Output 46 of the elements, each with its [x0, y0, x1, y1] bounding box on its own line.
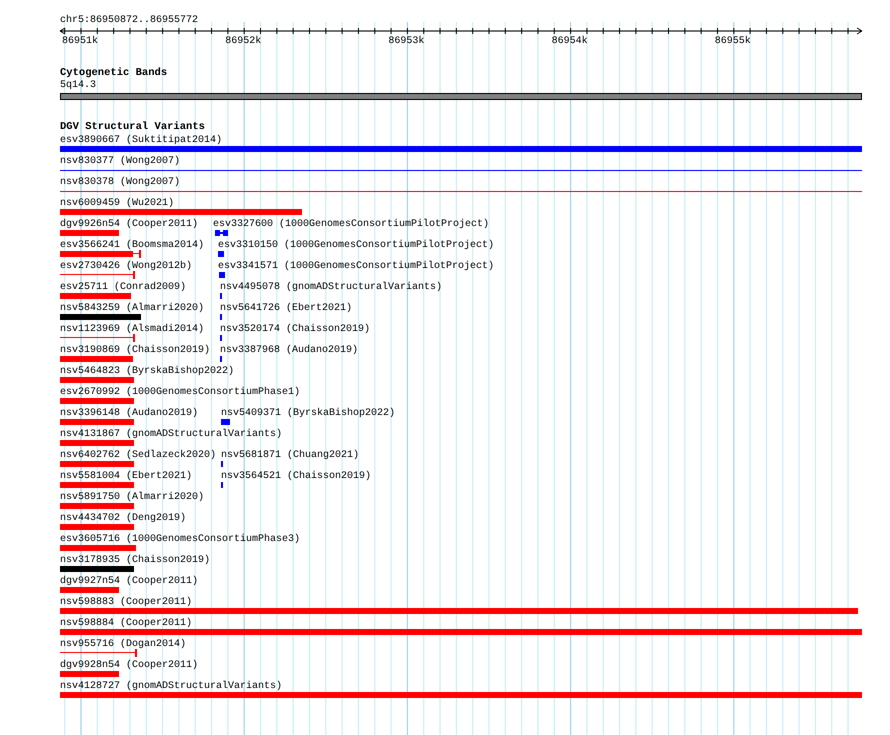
feature-label: nsv830378 (Wong2007): [60, 177, 180, 188]
feature-label: nsv5891750 (Almarri2020): [60, 492, 204, 503]
feature-label: esv25711 (Conrad2009): [60, 282, 186, 293]
feature-label: esv3890667 (Suktitipat2014): [60, 135, 222, 146]
tick-label: 86951k: [62, 36, 98, 47]
feature-label: nsv3564521 (Chaisson2019): [221, 471, 372, 482]
feature-label: nsv3190869 (Chaisson2019): [60, 345, 210, 356]
feature-label: nsv3396148 (Audano2019): [60, 408, 198, 419]
feature-label: nsv955716 (Dogan2014): [60, 639, 186, 650]
feature-label: nsv1123969 (Alsmadi2014): [60, 324, 204, 335]
track-title: Cytogenetic Bands: [60, 68, 168, 79]
feature-label: nsv5464823 (ByrskaBishop2022): [60, 366, 234, 377]
feature-label: esv3310150 (1000GenomesConsortiumPilotProject): [218, 240, 494, 251]
feature-label: nsv3520174 (Chaisson2019): [220, 324, 370, 335]
feature-label: nsv5409371 (ByrskaBishop2022): [221, 408, 396, 419]
feature-label: dgv9926n54 (Cooper2011): [60, 219, 198, 230]
tick-label: 86954k: [552, 36, 588, 47]
tick-label: 86953k: [388, 36, 424, 47]
feature-label: esv3327600 (1000GenomesConsortiumPilotProject): [213, 219, 490, 230]
feature-label: nsv4434702 (Deng2019): [60, 513, 186, 524]
tick-label: 86955k: [714, 36, 751, 47]
feature-label: nsv5641726 (Ebert2021): [220, 303, 352, 314]
feature-label: dgv9927n54 (Cooper2011): [60, 576, 198, 587]
band-label: 5q14.3: [60, 80, 96, 91]
location-label: chr5:86950872..86955772: [60, 15, 198, 26]
feature-label: esv2670992 (1000GenomesConsortiumPhase1): [60, 387, 300, 398]
track-title: DGV Structural Variants: [60, 122, 205, 133]
feature-label: esv2730426 (Wong2012b): [60, 261, 192, 272]
feature-label: nsv6402762 (Sedlazeck2020): [60, 450, 216, 461]
feature-label: nsv3387968 (Audano2019): [220, 345, 358, 356]
feature-label: nsv6009459 (Wu2021): [60, 198, 174, 209]
feature-label: nsv598883 (Cooper2011): [60, 597, 192, 608]
feature-label: nsv598884 (Cooper2011): [60, 618, 192, 629]
feature-label: nsv4495078 (gnomADStructuralVariants): [220, 282, 442, 293]
feature-label: esv3566241 (Boomsma2014): [60, 240, 204, 251]
feature-label: dgv9928n54 (Cooper2011): [60, 660, 198, 671]
feature-label: nsv3178935 (Chaisson2019): [60, 555, 210, 566]
feature-label: esv3341571 (1000GenomesConsortiumPilotProject): [218, 261, 494, 272]
feature-label: nsv4128727 (gnomADStructuralVariants): [60, 681, 282, 692]
feature-label: nsv5581004 (Ebert2021): [60, 471, 192, 482]
feature-label: nsv5843259 (Almarri2020): [60, 303, 204, 314]
tick-label: 86952k: [225, 36, 262, 47]
feature-label: esv3605716 (1000GenomesConsortiumPhase3): [60, 534, 300, 545]
feature-label: nsv4131867 (gnomADStructuralVariants): [60, 429, 282, 440]
feature-label: nsv5681871 (Chuang2021): [221, 450, 360, 461]
feature-label: nsv830377 (Wong2007): [60, 156, 180, 167]
